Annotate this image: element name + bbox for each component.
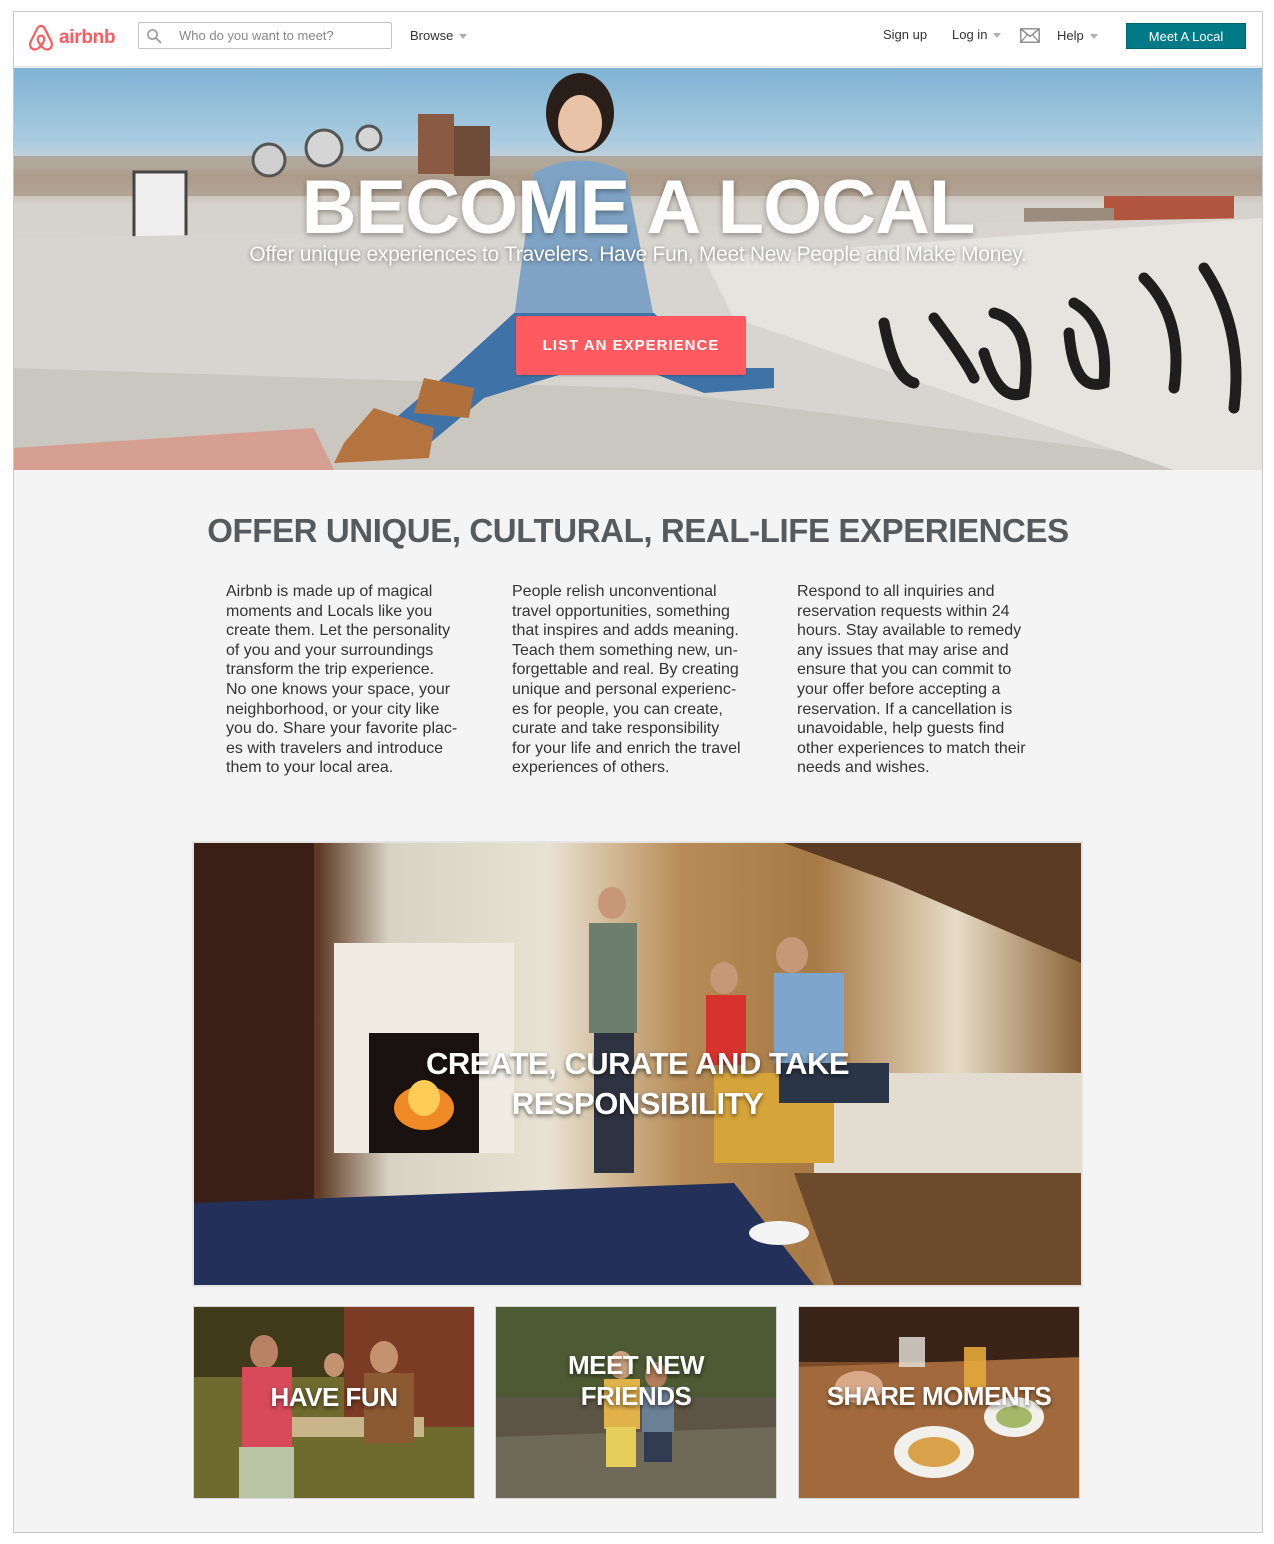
search-input[interactable] [179, 25, 384, 46]
search-icon [147, 29, 162, 44]
intro-column-2: People relish unconventional travel oppo… [512, 583, 741, 777]
feature-main-caption: CREATE, CURATE AND TAKE RESPONSIBILITY [425, 1046, 850, 1121]
hero-rooftop-photo [14, 73, 1262, 470]
chevron-down-icon [1089, 33, 1098, 39]
mail-icon[interactable] [1020, 28, 1040, 43]
brand-name: airbnb [59, 27, 116, 48]
help-label: Help [1057, 28, 1084, 43]
login-menu[interactable]: Log in [952, 27, 1002, 42]
feature-share-moments[interactable]: SHARE MOMENTS [798, 1306, 1080, 1499]
feature-have-fun[interactable]: HAVE FUN [193, 1306, 475, 1499]
airbnb-logo[interactable]: airbnb [28, 24, 116, 52]
hero-banner: BECOME A LOCAL Offer unique experiences … [14, 68, 1262, 470]
page-frame: airbnb Browse Sign up Log in [13, 11, 1263, 1533]
tile-have-fun-caption: HAVE FUN [270, 1382, 398, 1412]
meet-a-local-button[interactable]: Meet A Local [1126, 23, 1246, 49]
chevron-down-icon [459, 33, 468, 39]
search-box [138, 22, 392, 49]
intro-column-1: Airbnb is made up of magical moments and… [226, 583, 458, 777]
signup-label: Sign up [883, 27, 928, 42]
browse-menu[interactable]: Browse [410, 28, 468, 43]
intro-column-3: Respond to all inquiries and reservation… [797, 583, 1026, 777]
feature-create-curate[interactable]: CREATE, CURATE AND TAKE RESPONSIBILITY [192, 841, 1083, 1287]
feature-meet-new-friends[interactable]: MEET NEW FRIENDS [495, 1306, 777, 1499]
tile-meet-new-friends-caption: MEET NEW FRIENDS [567, 1350, 705, 1411]
browse-label: Browse [410, 28, 454, 43]
airbnb-logo-icon [29, 24, 53, 51]
hero-subtitle: Offer unique experiences to Travelers. H… [249, 243, 1027, 266]
section-title: OFFER UNIQUE, CULTURAL, REAL-LIFE EXPERI… [207, 512, 1069, 549]
chevron-down-icon [993, 32, 1002, 38]
tile-share-moments-caption: SHARE MOMENTS [826, 1381, 1052, 1411]
hero-title: BECOME A LOCAL [301, 165, 976, 250]
list-an-experience-button[interactable]: LIST AN EXPERIENCE [516, 316, 746, 375]
signup-link[interactable]: Sign up [883, 27, 927, 42]
top-navbar: airbnb Browse Sign up Log in [14, 12, 1262, 67]
help-menu[interactable]: Help [1057, 28, 1098, 43]
login-label: Log in [952, 27, 988, 42]
